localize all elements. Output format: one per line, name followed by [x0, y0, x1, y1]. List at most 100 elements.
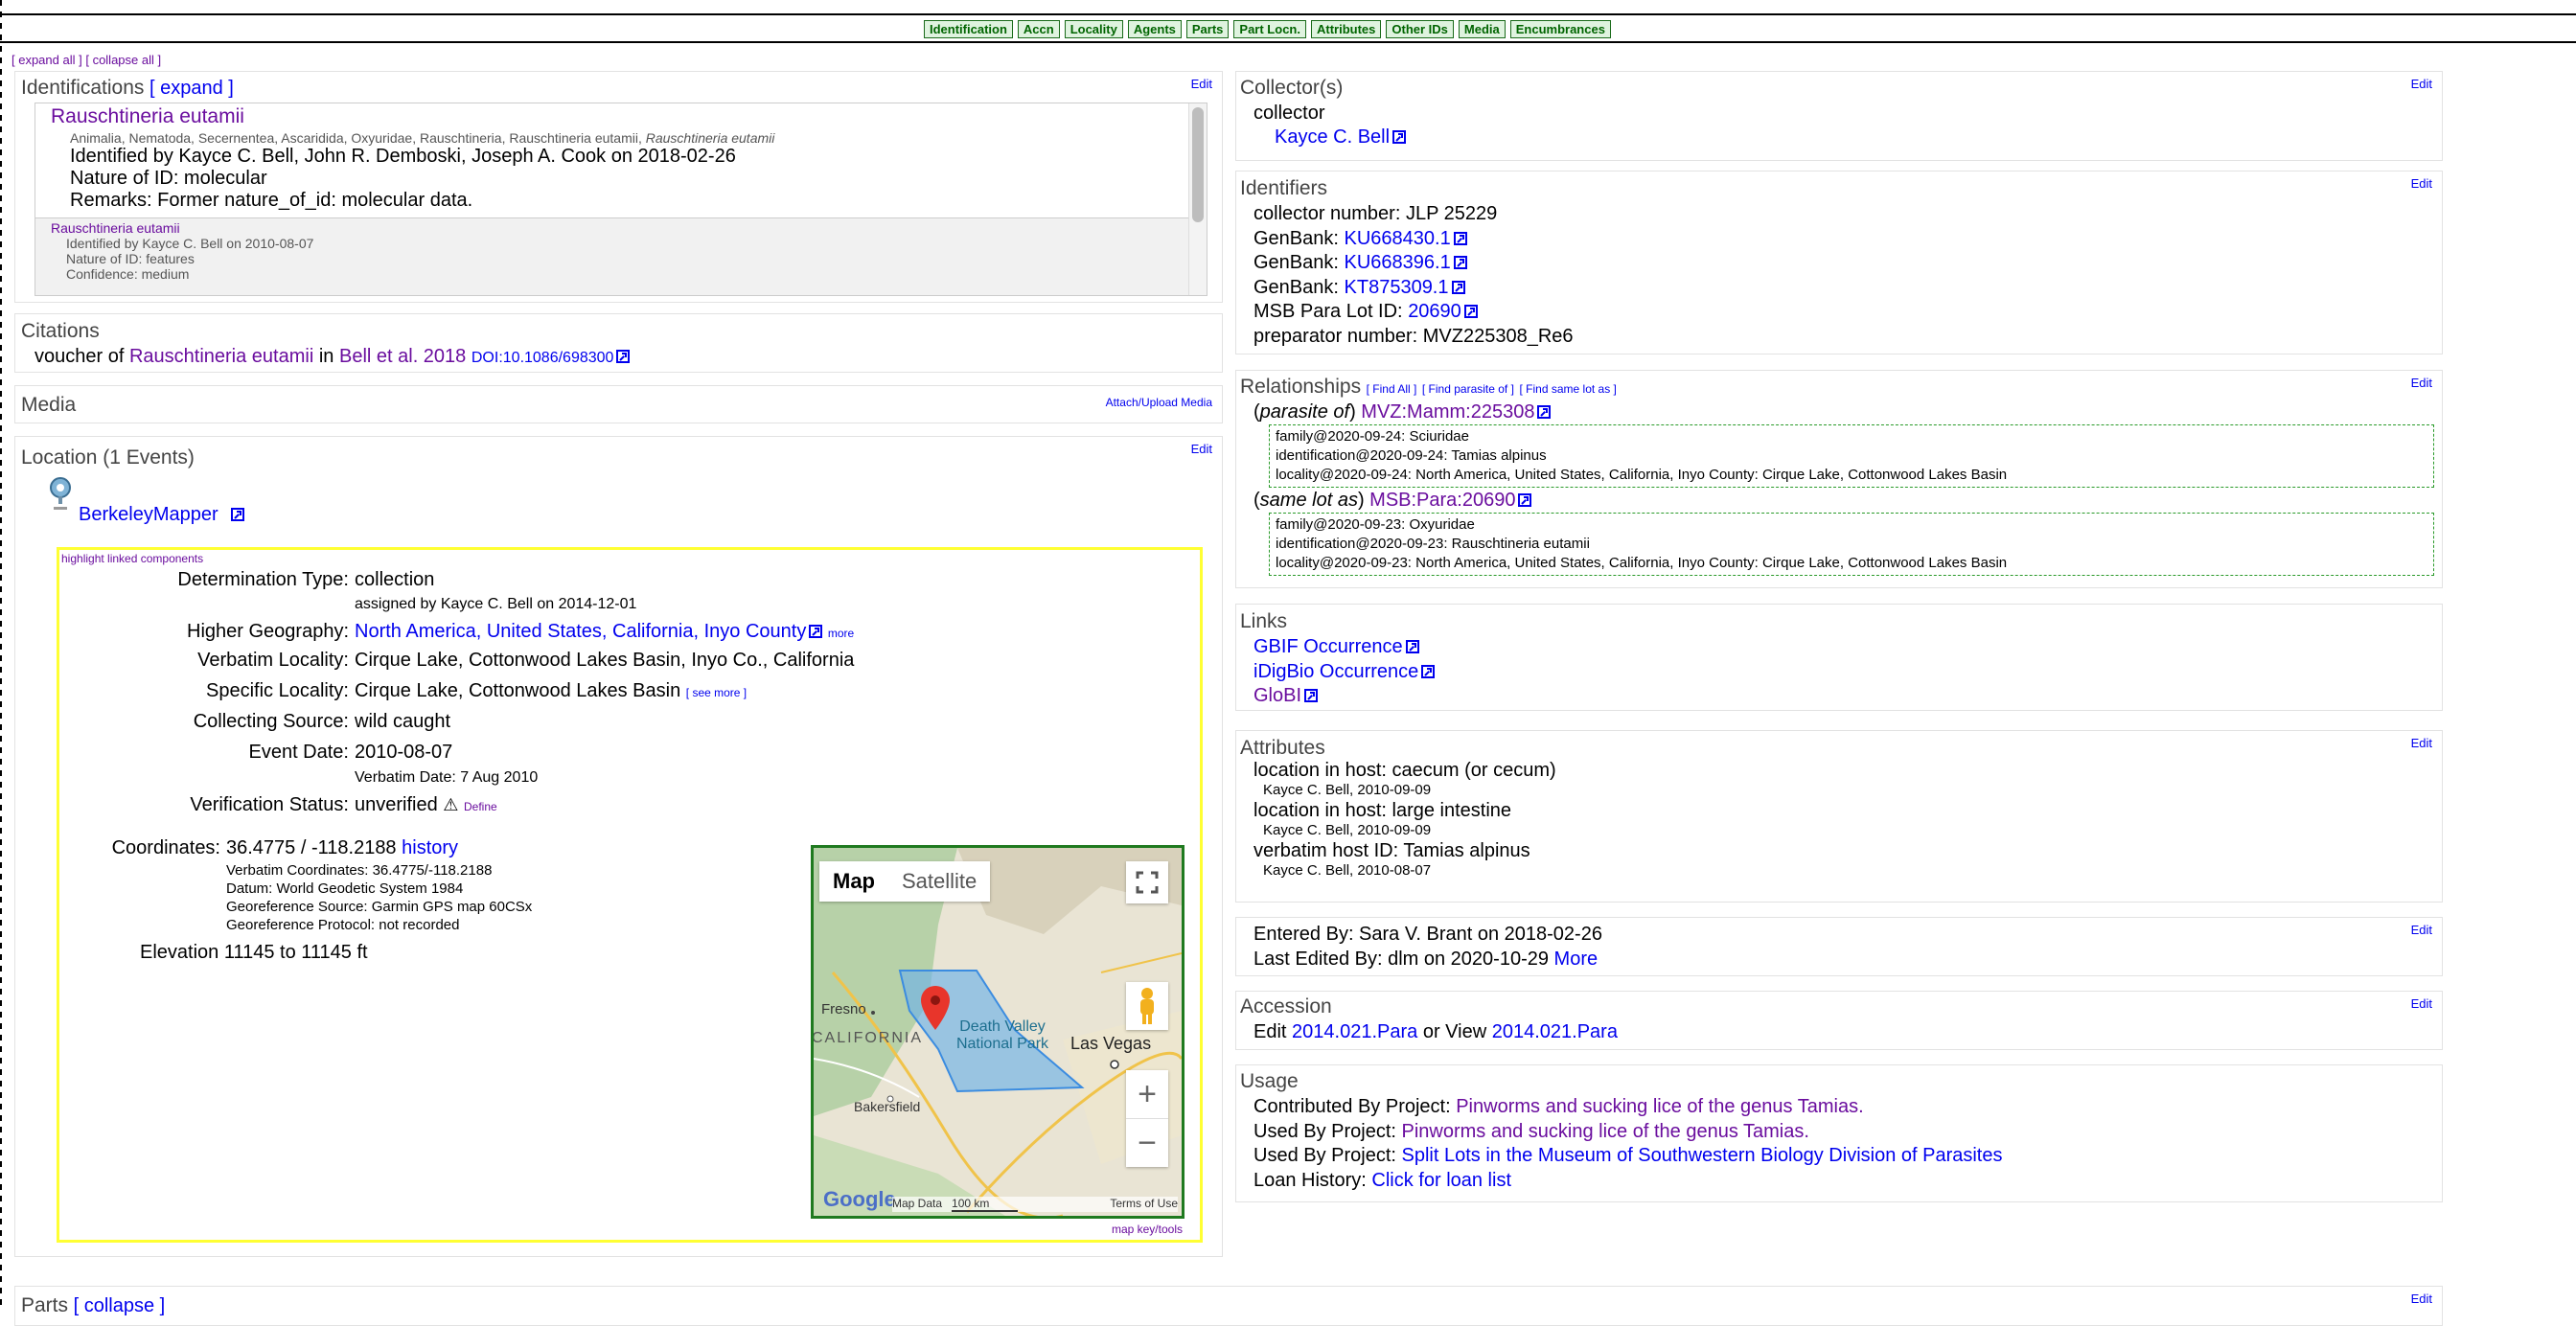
idigbio-link[interactable]: iDigBio Occurrence	[1254, 661, 1418, 682]
globi-link[interactable]: GloBI	[1254, 685, 1301, 706]
relationships-edit-link[interactable]: Edit	[2411, 376, 2432, 390]
attributes-edit-link[interactable]: Edit	[2411, 736, 2432, 750]
relationship-target-link[interactable]: MVZ:Mamm:225308	[1361, 401, 1534, 423]
genbank-link[interactable]: KU668396.1	[1345, 252, 1451, 273]
accession-edit-link-value[interactable]: 2014.021.Para	[1292, 1021, 1417, 1042]
gbif-row: GBIF Occurrence	[1254, 635, 1435, 660]
zoom-in-button[interactable]: +	[1126, 1070, 1168, 1119]
zoom-controls: + −	[1126, 1070, 1168, 1167]
see-more-link[interactable]: [ see more ]	[686, 686, 747, 699]
map-tab-satellite[interactable]: Satellite	[888, 861, 990, 902]
map-tab-map[interactable]: Map	[819, 861, 888, 902]
parts-edit-link[interactable]: Edit	[2411, 1292, 2432, 1306]
higher-geography-label: Higher Geography:	[187, 621, 349, 642]
identifiers-edit-link[interactable]: Edit	[2411, 176, 2432, 191]
relationship-details: family@2020-09-23: Oxyuridae identificat…	[1269, 513, 2434, 576]
relationship-target-link[interactable]: MSB:Para:20690	[1369, 490, 1515, 511]
coordinates-value: 36.4775 / -118.2188	[226, 837, 397, 858]
publication-link[interactable]: Bell et al. 2018	[339, 346, 466, 367]
attach-media-link[interactable]: Attach/Upload Media	[1106, 396, 1212, 409]
street-view-pegman-icon[interactable]	[1126, 982, 1168, 1030]
tab-accn[interactable]: Accn	[1017, 20, 1060, 38]
scrollbar-thumb[interactable]	[1192, 107, 1204, 222]
accession-edit-link[interactable]: Edit	[2411, 996, 2432, 1011]
collapse-all-link[interactable]: [ collapse all ]	[85, 53, 161, 67]
last-edited-more-link[interactable]: More	[1554, 949, 1598, 970]
tab-media[interactable]: Media	[1458, 20, 1506, 38]
find-same-lot-link[interactable]: [ Find same lot as ]	[1520, 382, 1617, 396]
attribute-value: verbatim host ID: Tamias alpinus	[1254, 840, 1530, 861]
tab-other-ids[interactable]: Other IDs	[1386, 20, 1454, 38]
map-marker-icon[interactable]	[921, 986, 950, 1036]
relationship-header: (parasite of) MVZ:Mamm:225308	[1254, 401, 2434, 423]
previous-taxon-link[interactable]: Rauschtineria eutamii	[51, 220, 1199, 236]
accession-view-link[interactable]: 2014.021.Para	[1492, 1021, 1618, 1042]
identifications-scrollbar[interactable]	[1188, 103, 1207, 295]
google-map[interactable]: Map Satellite + − Fresno CALIFORNIA Deat…	[811, 845, 1184, 1219]
attribute-value: location in host: large intestine	[1254, 800, 1512, 821]
berkeley-mapper-link[interactable]: BerkeleyMapper	[79, 504, 218, 525]
accession-title: Accession	[1240, 995, 1332, 1017]
citation-taxon-link[interactable]: Rauschtineria eutamii	[129, 346, 313, 367]
map-footer: Map Data 100 km Terms of Use	[892, 1197, 1178, 1212]
attributes-panel: Edit Attributes location in host: caecum…	[1235, 730, 2443, 903]
parts-collapse-link[interactable]: [ collapse ]	[74, 1295, 166, 1316]
used-project-link[interactable]: Split Lots in the Museum of Southwestern…	[1402, 1145, 2003, 1166]
contributed-project-link[interactable]: Pinworms and sucking lice of the genus T…	[1456, 1096, 1863, 1117]
find-all-link[interactable]: [ Find All ]	[1367, 382, 1417, 396]
terms-of-use-link[interactable]: Terms of Use	[1110, 1197, 1178, 1212]
external-link-icon	[1453, 231, 1467, 245]
expand-all-link[interactable]: [ expand all ]	[12, 53, 82, 67]
coordinates-block: Coordinates: 36.4775 / -118.2188 history …	[59, 837, 826, 964]
tab-agents[interactable]: Agents	[1127, 20, 1182, 38]
tab-parts[interactable]: Parts	[1185, 20, 1230, 38]
loan-history-row: Loan History: Click for loan list	[1254, 1169, 1512, 1191]
identifications-scroll[interactable]: Rauschtineria eutamii Animalia, Nematoda…	[34, 103, 1208, 296]
tab-locality[interactable]: Locality	[1064, 20, 1123, 38]
links-panel: Links GBIF Occurrence iDigBio Occurrence…	[1235, 604, 2443, 711]
coordinates-history-link[interactable]: history	[402, 837, 458, 858]
elevation: Elevation 11145 to 11145 ft	[140, 942, 368, 963]
genbank-row-1: GenBank: KU668430.1	[1254, 227, 1574, 252]
define-link[interactable]: Define	[464, 800, 497, 813]
collectors-edit-link[interactable]: Edit	[2411, 77, 2432, 91]
genbank-link[interactable]: KT875309.1	[1345, 277, 1449, 298]
higher-geography-more-link[interactable]: more	[828, 627, 854, 640]
tab-encumbrances[interactable]: Encumbrances	[1509, 20, 1611, 38]
doi-link[interactable]: DOI:10.1086/698300	[472, 350, 614, 366]
msb-para-lot-link[interactable]: 20690	[1408, 301, 1461, 322]
highlight-linked-link[interactable]: highlight linked components	[61, 552, 203, 565]
citations-title: Citations	[21, 320, 100, 342]
parts-panel: Edit Parts [ collapse ]	[14, 1286, 2443, 1326]
zoom-out-button[interactable]: −	[1126, 1119, 1168, 1167]
parts-title: Parts	[21, 1294, 69, 1316]
used-project-link[interactable]: Pinworms and sucking lice of the genus T…	[1402, 1121, 1809, 1142]
identifications-edit-link[interactable]: Edit	[1191, 77, 1212, 91]
entered-panel: Edit Entered By: Sara V. Brant on 2018-0…	[1235, 917, 2443, 976]
fullscreen-icon[interactable]	[1126, 861, 1168, 903]
collector-name-link[interactable]: Kayce C. Bell	[1275, 126, 1390, 148]
previous-identification: Rauschtineria eutamii Identified by Kayc…	[35, 218, 1207, 295]
identification-remarks: Remarks: Former nature_of_id: molecular …	[70, 190, 473, 211]
genbank-link[interactable]: KU668430.1	[1345, 228, 1451, 249]
external-link-icon	[1304, 689, 1319, 702]
identifications-expand-link[interactable]: [ expand ]	[150, 78, 234, 99]
relationships-title: Relationships	[1240, 376, 1362, 398]
collector-row: Kayce C. Bell	[1275, 126, 1407, 149]
tab-part-locn[interactable]: Part Locn.	[1233, 20, 1306, 38]
external-link-icon	[231, 508, 245, 521]
relationship-line: locality@2020-09-24: North America, Unit…	[1276, 467, 2008, 483]
current-identification: Rauschtineria eutamii Animalia, Nematoda…	[35, 103, 1207, 218]
loan-list-link[interactable]: Click for loan list	[1371, 1170, 1511, 1191]
tab-attributes[interactable]: Attributes	[1310, 20, 1382, 38]
higher-geography-link[interactable]: North America, United States, California…	[355, 621, 806, 642]
find-parasite-of-link[interactable]: [ Find parasite of ]	[1422, 382, 1514, 396]
map-label-california: CALIFORNIA	[812, 1030, 924, 1046]
gbif-link[interactable]: GBIF Occurrence	[1254, 636, 1403, 657]
entered-edit-link[interactable]: Edit	[2411, 923, 2432, 937]
tab-identification[interactable]: Identification	[924, 20, 1013, 38]
specific-locality-label: Specific Locality:	[206, 680, 349, 701]
map-key-tools-link[interactable]: map key/tools	[1112, 1223, 1183, 1236]
location-edit-link[interactable]: Edit	[1191, 442, 1212, 456]
identification-taxon-link[interactable]: Rauschtineria eutamii	[51, 105, 1199, 128]
